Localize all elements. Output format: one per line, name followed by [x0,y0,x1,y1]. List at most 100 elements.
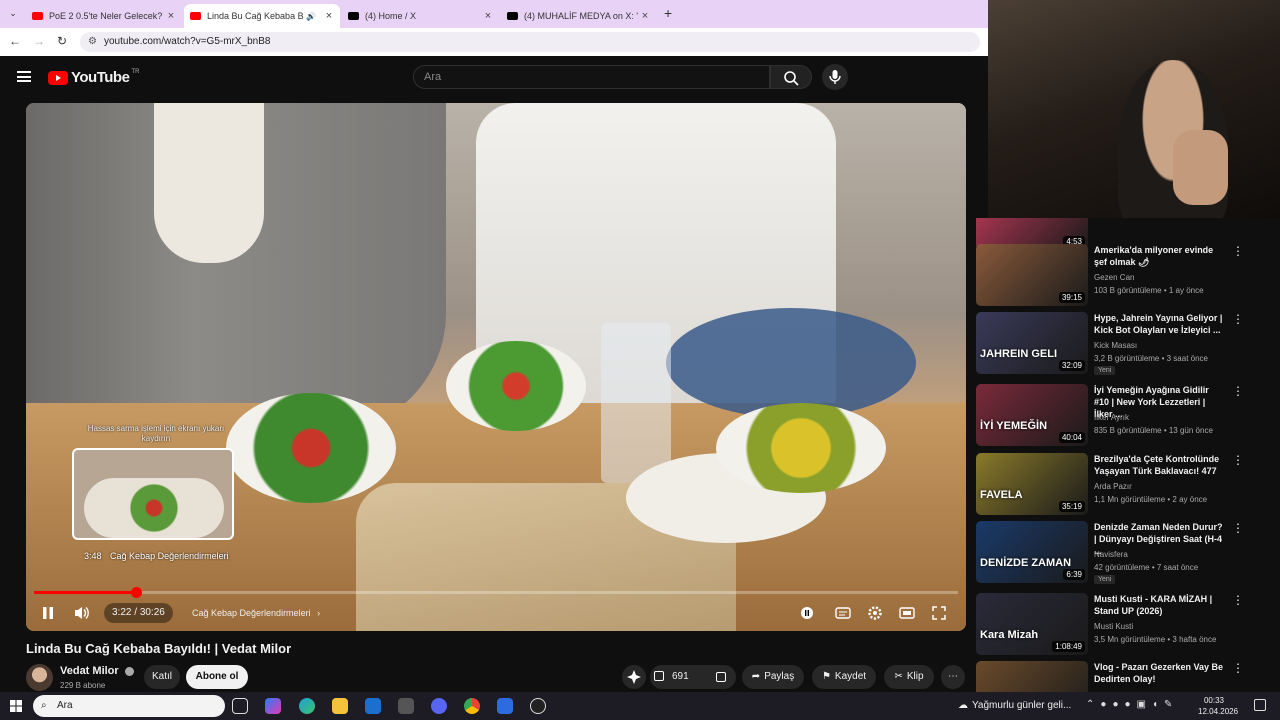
tray-app-icon[interactable]: ● [1112,699,1124,710]
recommendation-item[interactable]: 39:15 Amerika'da milyoner evinde şef olma… [976,244,1276,306]
recommendation-thumbnail[interactable] [976,661,1088,692]
recommendation-thumbnail[interactable]: JAHREIN GELI 32:09 [976,312,1088,374]
clock-date: 12.04.2026 [1198,707,1239,716]
menu-icon[interactable] [17,71,31,82]
search-input[interactable]: Ara [413,65,770,89]
fullscreen-icon[interactable] [932,606,946,620]
clip-button[interactable]: ✂ Klip [884,665,934,689]
tray-chevron-up-icon[interactable]: ⌃ [1086,699,1100,710]
join-button[interactable]: Katıl [144,665,180,689]
recommendation-thumbnail[interactable]: İYİ YEMEĞİN 40:04 [976,384,1088,446]
copilot-icon[interactable] [265,698,281,714]
tab-close-icon[interactable]: × [322,10,336,22]
more-vertical-icon[interactable]: ⋮ [1232,453,1244,467]
like-button[interactable]: 691 [654,665,689,689]
more-vertical-icon[interactable]: ⋮ [1232,521,1244,535]
progress-bar[interactable] [34,587,958,598]
recommendation-thumbnail[interactable]: 39:15 [976,244,1088,306]
windows-start-icon[interactable] [10,700,22,712]
subtitles-icon[interactable] [835,606,851,620]
recommendation-item[interactable]: Vlog - Pazarı Gezerken Vay Be Dedirten O… [976,661,1276,692]
pause-icon[interactable] [40,605,56,621]
search-button[interactable] [770,65,812,89]
tray-icons[interactable]: ⌃●●●▣◖✎ [1086,699,1178,710]
recommendation-item[interactable]: Kara Mizah 1:08:49 Musti Kusti - KARA MİZA… [976,593,1276,655]
more-vertical-icon[interactable]: ⋮ [1232,661,1244,675]
recommendation-thumbnail[interactable]: FAVELA 35:19 [976,453,1088,515]
progress-scrubber[interactable] [130,587,142,598]
more-vertical-icon[interactable]: ⋮ [1232,312,1244,326]
tab-close-icon[interactable]: × [164,10,178,22]
share-label: Paylaş [764,671,795,682]
new-badge: Yeni [1094,575,1116,584]
more-actions-button[interactable]: ⋯ [941,665,965,689]
dislike-button[interactable] [712,665,732,689]
forward-icon[interactable]: → [33,34,45,48]
channel-name[interactable]: Vedat Milor [60,665,134,677]
thumbnail-caption: İYİ YEMEĞİN [980,420,1048,432]
settings-gear-icon[interactable] [867,605,883,621]
notification-icon[interactable] [1254,699,1266,711]
video-glass [601,323,671,483]
save-button[interactable]: ⚑ Kaydet [812,665,876,689]
network-icon[interactable]: ▣ [1137,699,1152,710]
recommendation-thumbnail[interactable]: DENİZDE ZAMAN 6:39 [976,521,1088,583]
outlook-icon[interactable] [365,698,381,714]
video-player[interactable]: Hassas sarma işlemi için ekranı yukarı k… [26,103,966,631]
browser-tab[interactable]: Linda Bu Cağ Kebaba Bayıld🔊 × [184,4,340,28]
thumbs-down-icon [716,672,726,682]
chrome-icon[interactable] [464,698,480,714]
channel-avatar[interactable] [26,664,53,691]
recommendation-channel: Navisfera [1094,550,1128,559]
theater-mode-icon[interactable] [899,606,915,620]
edge-browser-icon[interactable] [299,698,315,714]
app-icon[interactable] [497,698,513,714]
subscriber-count: 229 B abone [60,681,106,690]
recommendation-title: Musti Kusti - KARA MİZAH | Stand UP (202… [1094,594,1213,616]
file-explorer-icon[interactable] [332,698,348,714]
tray-app-icon[interactable]: ● [1124,699,1136,710]
share-button[interactable]: ➦ Paylaş [742,665,804,689]
subscribe-button[interactable]: Abone ol [186,665,248,689]
url-field[interactable]: ⚙ youtube.com/watch?v=G5-mrX_bnB8 [80,32,980,52]
more-horizontal-icon: ⋯ [948,671,958,682]
clock[interactable]: 00:33 12.04.2026 [1198,695,1239,717]
browser-tab[interactable]: (4) MUHALİF MEDYA on X: "Gü× [501,4,656,28]
task-view-icon[interactable] [232,698,248,714]
obs-icon[interactable] [530,698,546,714]
browser-tab[interactable]: (4) Home / X × [342,4,499,28]
recommendation-item[interactable]: FAVELA 35:19 Brezilya'da Çete Kontrolünde … [976,453,1276,515]
back-icon[interactable]: ← [9,34,21,48]
taskbar-search-icon: ⌕ [41,700,47,711]
youtube-logo[interactable]: YouTube TR [48,69,139,86]
pen-icon[interactable]: ✎ [1164,699,1178,710]
taskbar-search[interactable]: ⌕ Ara [33,695,225,717]
speaker-icon[interactable]: ◖ [1152,699,1164,710]
ask-ai-button[interactable] [622,665,646,689]
tab-list-dropdown-icon[interactable]: ⌄ [6,8,20,20]
autoplay-toggle-icon[interactable] [800,606,814,620]
more-vertical-icon[interactable]: ⋮ [1232,384,1244,398]
more-vertical-icon[interactable]: ⋮ [1232,593,1244,607]
tab-audio-icon[interactable]: 🔊 [304,12,318,21]
discord-icon[interactable] [431,698,447,714]
volume-icon[interactable] [73,605,91,621]
tray-app-icon[interactable]: ● [1100,699,1112,710]
voice-search-button[interactable] [822,64,848,90]
reload-icon[interactable]: ↻ [57,34,67,48]
recommendation-item[interactable]: İYİ YEMEĞİN 40:04 İyi Yemeğin Ayağına Gidi… [976,384,1276,446]
browser-tab[interactable]: PoE 2 0.5'te Neler Gelecek? (Bü× [26,4,182,28]
new-tab-button[interactable]: + [664,5,672,21]
store-icon[interactable] [398,698,414,714]
recommendation-item[interactable]: JAHREIN GELI 32:09 Hype, Jahrein Yayına Ge… [976,312,1276,375]
recommendation-thumbnail[interactable]: Kara Mizah 1:08:49 [976,593,1088,655]
recommendation-item[interactable]: DENİZDE ZAMAN 6:39 Denizde Zaman Neden Dur… [976,521,1276,584]
weather-widget[interactable]: ☁ Yağmurlu günler geli... [958,700,1071,711]
tab-title: (4) MUHALİF MEDYA on X: "Gü [524,11,638,21]
tab-close-icon[interactable]: × [481,10,495,22]
more-vertical-icon[interactable]: ⋮ [1232,244,1244,258]
site-info-icon[interactable]: ⚙ [88,32,97,52]
tab-close-icon[interactable]: × [638,10,652,22]
recommendation-channel: Arda Pazır [1094,482,1132,491]
chapter-button[interactable]: Cağ Kebap Değerlendirmeleri › [186,603,326,623]
